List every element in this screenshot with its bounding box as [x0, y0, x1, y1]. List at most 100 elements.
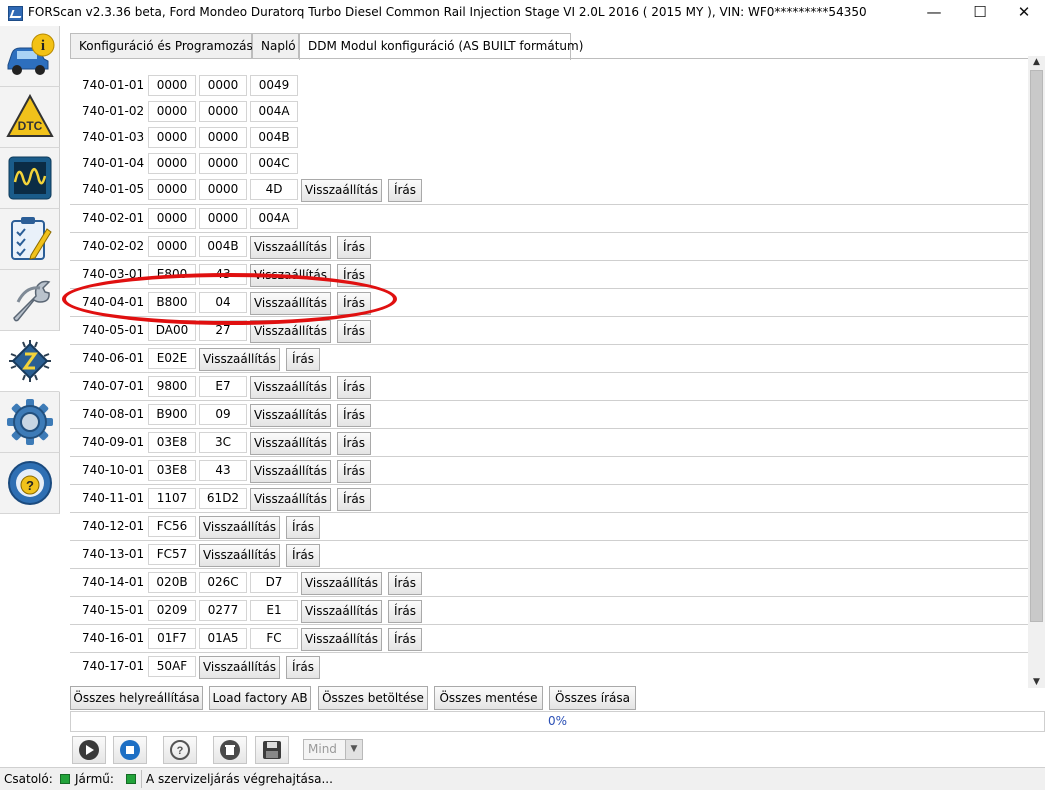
- scroll-up-icon[interactable]: ▲: [1028, 56, 1045, 68]
- tab-ddm-as-built[interactable]: DDM Modul konfiguráció (AS BUILT formátu…: [299, 33, 583, 60]
- write-button[interactable]: Írás: [388, 628, 422, 651]
- load-all-button[interactable]: Összes betöltése: [318, 686, 428, 710]
- sidebar-item-help[interactable]: ?: [0, 453, 60, 514]
- write-button[interactable]: Írás: [337, 320, 371, 343]
- restore-button[interactable]: Visszaállítás: [199, 516, 280, 539]
- value-field[interactable]: 0000: [148, 236, 196, 257]
- value-field[interactable]: 03E8: [148, 460, 196, 481]
- filter-select[interactable]: Mind ▼: [303, 739, 363, 760]
- write-button[interactable]: Írás: [337, 404, 371, 427]
- value-field[interactable]: FC: [250, 628, 298, 649]
- write-button[interactable]: Írás: [337, 376, 371, 399]
- value-field[interactable]: 01F7: [148, 628, 196, 649]
- value-field[interactable]: 43: [199, 460, 247, 481]
- restore-button[interactable]: Visszaállítás: [199, 656, 280, 679]
- tab-log[interactable]: Napló: [252, 33, 299, 59]
- restore-button[interactable]: Visszaállítás: [250, 292, 331, 315]
- write-button[interactable]: Írás: [286, 516, 320, 539]
- value-field[interactable]: 3C: [199, 432, 247, 453]
- restore-button[interactable]: Visszaállítás: [199, 348, 280, 371]
- value-field[interactable]: 0000: [199, 153, 247, 174]
- value-field[interactable]: 0000: [148, 127, 196, 148]
- value-field[interactable]: 01A5: [199, 628, 247, 649]
- value-field[interactable]: E02E: [148, 348, 196, 369]
- value-field[interactable]: DA00: [148, 320, 196, 341]
- value-field[interactable]: 004B: [250, 127, 298, 148]
- restore-button[interactable]: Visszaállítás: [250, 264, 331, 287]
- value-field[interactable]: 026C: [199, 572, 247, 593]
- value-field[interactable]: 0000: [199, 208, 247, 229]
- help-call-button[interactable]: ?: [163, 736, 197, 764]
- value-field[interactable]: 0000: [199, 101, 247, 122]
- value-field[interactable]: 0000: [199, 179, 247, 200]
- write-button[interactable]: Írás: [337, 460, 371, 483]
- restore-button[interactable]: Visszaállítás: [301, 179, 382, 202]
- value-field[interactable]: 0209: [148, 600, 196, 621]
- value-field[interactable]: 61D2: [199, 488, 247, 509]
- value-field[interactable]: 0277: [199, 600, 247, 621]
- restore-button[interactable]: Visszaállítás: [250, 236, 331, 259]
- sidebar-item-oscilloscope[interactable]: [0, 148, 60, 209]
- value-field[interactable]: E800: [148, 264, 196, 285]
- vertical-scrollbar[interactable]: ▲ ▼: [1028, 56, 1045, 688]
- tab-configuration-programming[interactable]: Konfiguráció és Programozás: [70, 33, 253, 59]
- value-field[interactable]: 1107: [148, 488, 196, 509]
- value-field[interactable]: D7: [250, 572, 298, 593]
- save-all-button[interactable]: Összes mentése: [434, 686, 543, 710]
- value-field[interactable]: 020B: [148, 572, 196, 593]
- value-field[interactable]: 03E8: [148, 432, 196, 453]
- value-field[interactable]: 09: [199, 404, 247, 425]
- save-button[interactable]: [255, 736, 289, 764]
- value-field[interactable]: 004A: [250, 101, 298, 122]
- value-field[interactable]: 0000: [148, 208, 196, 229]
- restore-all-button[interactable]: Összes helyreállítása: [70, 686, 203, 710]
- sidebar-item-settings[interactable]: [0, 392, 60, 453]
- load-factory-ab-button[interactable]: Load factory AB: [209, 686, 311, 710]
- sidebar-item-configuration[interactable]: [0, 331, 60, 392]
- write-button[interactable]: Írás: [337, 264, 371, 287]
- scroll-thumb[interactable]: [1030, 70, 1043, 622]
- maximize-button[interactable]: ☐: [957, 0, 1003, 26]
- restore-button[interactable]: Visszaállítás: [250, 376, 331, 399]
- restore-button[interactable]: Visszaállítás: [250, 320, 331, 343]
- value-field[interactable]: 50AF: [148, 656, 196, 677]
- play-button[interactable]: [72, 736, 106, 764]
- value-field[interactable]: FC56: [148, 516, 196, 537]
- restore-button[interactable]: Visszaállítás: [250, 432, 331, 455]
- write-button[interactable]: Írás: [388, 572, 422, 595]
- restore-button[interactable]: Visszaállítás: [250, 460, 331, 483]
- restore-button[interactable]: Visszaállítás: [301, 628, 382, 651]
- value-field[interactable]: 9800: [148, 376, 196, 397]
- write-button[interactable]: Írás: [388, 600, 422, 623]
- value-field[interactable]: FC57: [148, 544, 196, 565]
- restore-button[interactable]: Visszaállítás: [250, 488, 331, 511]
- write-button[interactable]: Írás: [337, 432, 371, 455]
- restore-button[interactable]: Visszaállítás: [301, 572, 382, 595]
- sidebar-item-vehicle-info[interactable]: i: [0, 26, 60, 87]
- sidebar-item-service[interactable]: [0, 270, 60, 331]
- value-field[interactable]: 0000: [148, 101, 196, 122]
- value-field[interactable]: 004B: [199, 236, 247, 257]
- value-field[interactable]: 4D: [250, 179, 298, 200]
- write-button[interactable]: Írás: [286, 656, 320, 679]
- value-field[interactable]: E7: [199, 376, 247, 397]
- value-field[interactable]: 004A: [250, 208, 298, 229]
- value-field[interactable]: 27: [199, 320, 247, 341]
- scroll-down-icon[interactable]: ▼: [1028, 676, 1045, 688]
- minimize-button[interactable]: —: [911, 0, 957, 26]
- write-all-button[interactable]: Összes írása: [549, 686, 636, 710]
- restore-button[interactable]: Visszaállítás: [199, 544, 280, 567]
- stop-button[interactable]: [113, 736, 147, 764]
- value-field[interactable]: 43: [199, 264, 247, 285]
- value-field[interactable]: 0000: [148, 179, 196, 200]
- value-field[interactable]: 0000: [148, 153, 196, 174]
- write-button[interactable]: Írás: [337, 236, 371, 259]
- value-field[interactable]: 0000: [148, 75, 196, 96]
- delete-button[interactable]: [213, 736, 247, 764]
- value-field[interactable]: 0000: [199, 127, 247, 148]
- write-button[interactable]: Írás: [286, 348, 320, 371]
- write-button[interactable]: Írás: [337, 292, 371, 315]
- write-button[interactable]: Írás: [388, 179, 422, 202]
- value-field[interactable]: 0049: [250, 75, 298, 96]
- restore-button[interactable]: Visszaállítás: [301, 600, 382, 623]
